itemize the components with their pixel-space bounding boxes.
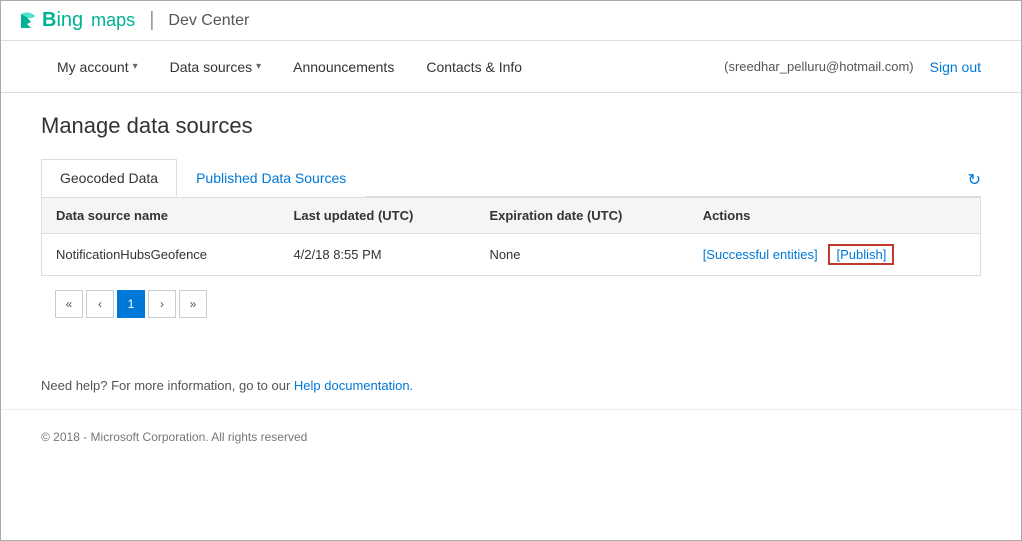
- my-account-arrow: ▾: [133, 61, 138, 72]
- sign-out-link[interactable]: Sign out: [930, 59, 981, 75]
- tab-published-data-sources[interactable]: Published Data Sources: [177, 159, 365, 197]
- data-sources-label: Data sources: [170, 59, 252, 75]
- logo-divider: |: [149, 9, 154, 32]
- table-row: NotificationHubsGeofence 4/2/18 8:55 PM …: [42, 234, 981, 276]
- pagination-last[interactable]: »: [179, 290, 207, 318]
- bing-logo: Bing maps: [17, 9, 135, 32]
- my-account-label: My account: [57, 59, 129, 75]
- pagination-first[interactable]: «: [55, 290, 83, 318]
- nav-announcements[interactable]: Announcements: [277, 45, 410, 89]
- bing-leaf-icon: [17, 10, 39, 32]
- cell-actions: [Successful entities] [Publish]: [689, 234, 981, 276]
- pagination: « ‹ 1 › »: [41, 276, 981, 332]
- col-header-actions: Actions: [689, 198, 981, 234]
- bing-text: Bing: [42, 9, 83, 32]
- pagination-page-1[interactable]: 1: [117, 290, 145, 318]
- announcements-label: Announcements: [293, 59, 394, 75]
- site-header: Bing maps | Dev Center: [1, 1, 1021, 41]
- table-header-row: Data source name Last updated (UTC) Expi…: [42, 198, 981, 234]
- dev-center-label: Dev Center: [168, 12, 249, 30]
- cell-datasource-name: NotificationHubsGeofence: [42, 234, 280, 276]
- page-title: Manage data sources: [41, 113, 981, 139]
- tab-geocoded-label: Geocoded Data: [60, 170, 158, 186]
- logo-area: Bing maps | Dev Center: [17, 9, 249, 32]
- publish-button[interactable]: [Publish]: [828, 244, 894, 265]
- nav-left: My account ▾ Data sources ▾ Announcement…: [41, 45, 724, 89]
- main-content: Manage data sources Geocoded Data Publis…: [1, 93, 1021, 362]
- nav-right: (sreedhar_pelluru@hotmail.com) Sign out: [724, 59, 981, 75]
- nav-bar: My account ▾ Data sources ▾ Announcement…: [1, 41, 1021, 93]
- data-sources-arrow: ▾: [256, 61, 261, 72]
- col-header-name: Data source name: [42, 198, 280, 234]
- bing-maps-label: maps: [86, 10, 135, 31]
- nav-data-sources[interactable]: Data sources ▾: [154, 45, 278, 89]
- help-documentation-link[interactable]: Help documentation.: [294, 378, 413, 393]
- tab-geocoded-data[interactable]: Geocoded Data: [41, 159, 177, 197]
- pagination-next[interactable]: ›: [148, 290, 176, 318]
- cell-last-updated: 4/2/18 8:55 PM: [279, 234, 475, 276]
- tab-published-label: Published Data Sources: [196, 170, 346, 186]
- help-text-before: Need help? For more information, go to o…: [41, 378, 294, 393]
- action-separator: [821, 247, 825, 262]
- col-header-expiration: Expiration date (UTC): [475, 198, 688, 234]
- help-section: Need help? For more information, go to o…: [1, 362, 1021, 409]
- refresh-icon[interactable]: ↻: [968, 170, 981, 190]
- nav-contacts-info[interactable]: Contacts & Info: [410, 45, 538, 89]
- cell-expiration: None: [475, 234, 688, 276]
- data-table: Data source name Last updated (UTC) Expi…: [41, 197, 981, 276]
- successful-entities-link[interactable]: [Successful entities]: [703, 247, 818, 262]
- pagination-prev[interactable]: ‹: [86, 290, 114, 318]
- nav-my-account[interactable]: My account ▾: [41, 45, 154, 89]
- col-header-updated: Last updated (UTC): [279, 198, 475, 234]
- nav-email: (sreedhar_pelluru@hotmail.com): [724, 59, 914, 74]
- footer: © 2018 - Microsoft Corporation. All righ…: [1, 409, 1021, 464]
- tabs-container: Geocoded Data Published Data Sources ↻: [41, 159, 981, 197]
- contacts-info-label: Contacts & Info: [426, 59, 522, 75]
- footer-text: © 2018 - Microsoft Corporation. All righ…: [41, 430, 307, 444]
